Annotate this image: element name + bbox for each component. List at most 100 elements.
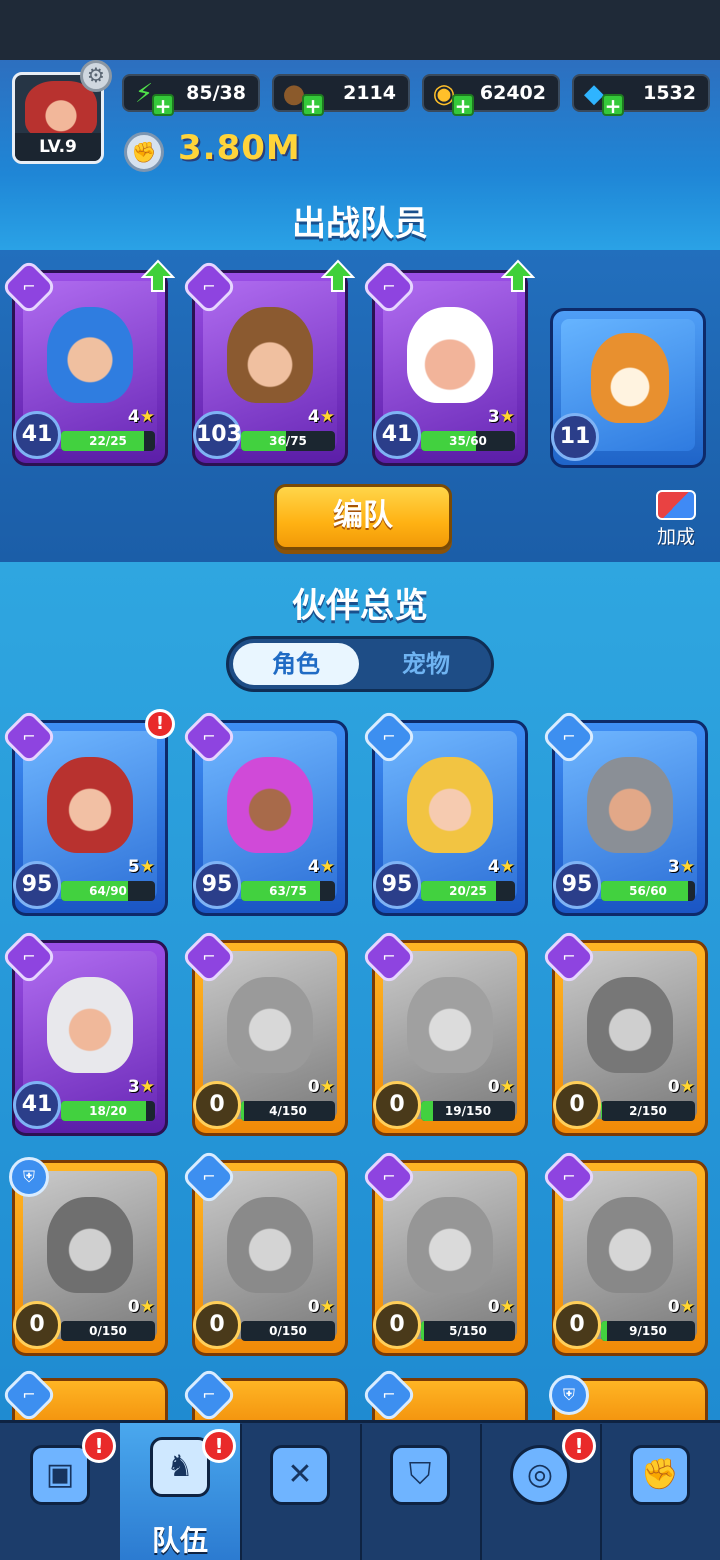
add-exp-button[interactable]: + — [302, 94, 324, 116]
character-card[interactable]: ⌐ 4★ 20/25 95 — [360, 708, 528, 916]
character-card[interactable]: ⌐ 3★ 56/60 95 — [540, 708, 708, 916]
star-count: 4★ — [307, 857, 335, 877]
tv-icon: ▣ — [30, 1445, 90, 1505]
team-member-card[interactable]: ⌐ 3★ 35/60 41 — [360, 258, 535, 466]
character-level: 0 — [553, 1081, 601, 1129]
nav-battle[interactable]: ⛉ — [360, 1423, 480, 1560]
add-energy-button[interactable]: + — [152, 94, 174, 116]
shard-progress-bar: 19/150 — [421, 1101, 515, 1121]
character-level: 41 — [13, 1081, 61, 1129]
target-icon: ◎ — [510, 1445, 570, 1505]
star-count: 0★ — [667, 1077, 695, 1097]
nav-target[interactable]: ◎ ! — [480, 1423, 600, 1560]
upgrade-arrow-icon — [501, 259, 535, 292]
character-card-locked[interactable]: ⌐ 0★ 0/150 0 — [180, 1148, 348, 1356]
character-level: 95 — [13, 861, 61, 909]
bonus-label: 加成 — [656, 526, 695, 548]
team-member-card[interactable]: ⌐ 4★ 22/25 41 — [0, 258, 175, 466]
character-card-locked[interactable]: ⌐ 0★ 19/150 0 — [360, 928, 528, 1136]
shield-class-icon: ⛨ — [9, 1157, 49, 1197]
alert-badge: ! — [82, 1429, 116, 1463]
shard-progress-bar: 35/60 — [421, 431, 515, 451]
shard-progress-bar: 0/150 — [241, 1321, 335, 1341]
resource-exp[interactable]: ● + 2114 — [272, 74, 410, 116]
shard-progress-bar: 64/90 — [61, 881, 155, 901]
star-count: 0★ — [307, 1297, 335, 1317]
shard-progress-bar: 36/75 — [241, 431, 335, 451]
character-level: 95 — [193, 861, 241, 909]
shard-progress-bar: 18/20 — [61, 1101, 155, 1121]
team-title: 出战队员 — [292, 204, 428, 244]
shard-progress-bar: 5/150 — [421, 1321, 515, 1341]
character-level: 41 — [373, 411, 421, 459]
team-member-card[interactable]: ⌐ 4★ 36/75 103 — [180, 258, 355, 466]
player-level: LV.9 — [15, 133, 101, 161]
tab-roles[interactable]: 角色 — [233, 643, 359, 685]
shard-progress-bar: 0/150 — [61, 1321, 155, 1341]
character-card-locked[interactable]: ⌐ 0★ 5/150 0 — [360, 1148, 528, 1356]
add-coins-button[interactable]: + — [452, 94, 474, 116]
overview-title: 伙伴总览 — [292, 586, 428, 626]
exp-value: 2114 — [343, 82, 396, 104]
alert-badge: ! — [202, 1429, 236, 1463]
shard-progress-bar: 20/25 — [421, 881, 515, 901]
upgrade-arrow-icon — [141, 259, 175, 292]
team-pet-card[interactable]: 11 — [550, 308, 706, 468]
bonus-button[interactable]: 加成 — [648, 490, 704, 550]
avatar-portrait — [25, 81, 97, 139]
character-card-locked[interactable]: ⛨ 0★ 0/150 0 — [9, 1157, 168, 1356]
overview-tab-toggle: 角色 宠物 — [226, 636, 494, 692]
nav-team[interactable]: ♞ ! 队伍 — [120, 1423, 240, 1560]
nav-tv[interactable]: ▣ ! — [0, 1423, 120, 1560]
nav-map[interactable]: ✕ — [240, 1423, 360, 1560]
character-level: 0 — [373, 1301, 421, 1349]
resource-gems[interactable]: ◆ + 1532 — [572, 74, 710, 116]
star-count: 4★ — [487, 857, 515, 877]
character-card-locked[interactable]: ⌐ 0★ 9/150 0 — [540, 1148, 708, 1356]
character-level: 103 — [193, 411, 242, 459]
star-count: 5★ — [127, 857, 155, 877]
shield-class-icon: ⛨ — [549, 1375, 589, 1415]
character-card[interactable]: ⌐ 4★ 63/75 95 — [180, 708, 348, 916]
settings-gear-icon[interactable]: ⚙ — [80, 60, 112, 92]
character-level: 95 — [553, 861, 601, 909]
energy-value: 85/38 — [186, 82, 246, 104]
star-count: 0★ — [307, 1077, 335, 1097]
character-card[interactable]: ⌐ ! 5★ 64/90 95 — [0, 708, 175, 916]
formation-button[interactable]: 编队 — [274, 484, 452, 550]
character-card-locked[interactable]: ⌐ 0★ 4/150 0 — [180, 928, 348, 1136]
resource-energy[interactable]: ⚡ + 85/38 — [122, 74, 260, 116]
shard-progress-bar: 56/60 — [601, 881, 695, 901]
shard-progress-bar: 22/25 — [61, 431, 155, 451]
tab-pets[interactable]: 宠物 — [363, 643, 489, 685]
add-gems-button[interactable]: + — [602, 94, 624, 116]
nav-guild[interactable]: ✊ — [600, 1423, 720, 1560]
character-level: 0 — [193, 1301, 241, 1349]
resource-coins[interactable]: ◉ + 62402 — [422, 74, 560, 116]
nav-divider — [480, 1424, 482, 1560]
guild-shield-icon: ✊ — [630, 1445, 690, 1505]
gems-value: 1532 — [643, 82, 696, 104]
coins-value: 62402 — [479, 82, 546, 104]
character-level: 0 — [373, 1081, 421, 1129]
character-level: 0 — [193, 1081, 241, 1129]
character-level: 41 — [13, 411, 61, 459]
shard-progress-bar: 4/150 — [241, 1101, 335, 1121]
combat-power: 3.80M — [178, 128, 301, 168]
power-fist-icon: ✊ — [124, 132, 164, 172]
character-card[interactable]: ⌐ 3★ 18/20 41 — [0, 928, 168, 1136]
character-level: 95 — [373, 861, 421, 909]
character-level: 0 — [553, 1301, 601, 1349]
star-count: 3★ — [127, 1077, 155, 1097]
team-icon: ♞ — [150, 1437, 210, 1497]
nav-team-label: 队伍 — [151, 1524, 208, 1557]
shield-helmet-icon: ⛉ — [390, 1445, 450, 1505]
map-icon: ✕ — [270, 1445, 330, 1505]
handshake-icon — [656, 490, 696, 520]
star-count: 3★ — [667, 857, 695, 877]
star-count: 4★ — [307, 407, 335, 427]
upgrade-arrow-icon — [321, 259, 355, 292]
shard-progress-bar: 9/150 — [601, 1321, 695, 1341]
character-card-locked[interactable]: ⌐ 0★ 2/150 0 — [540, 928, 708, 1136]
alert-badge: ! — [145, 709, 175, 739]
